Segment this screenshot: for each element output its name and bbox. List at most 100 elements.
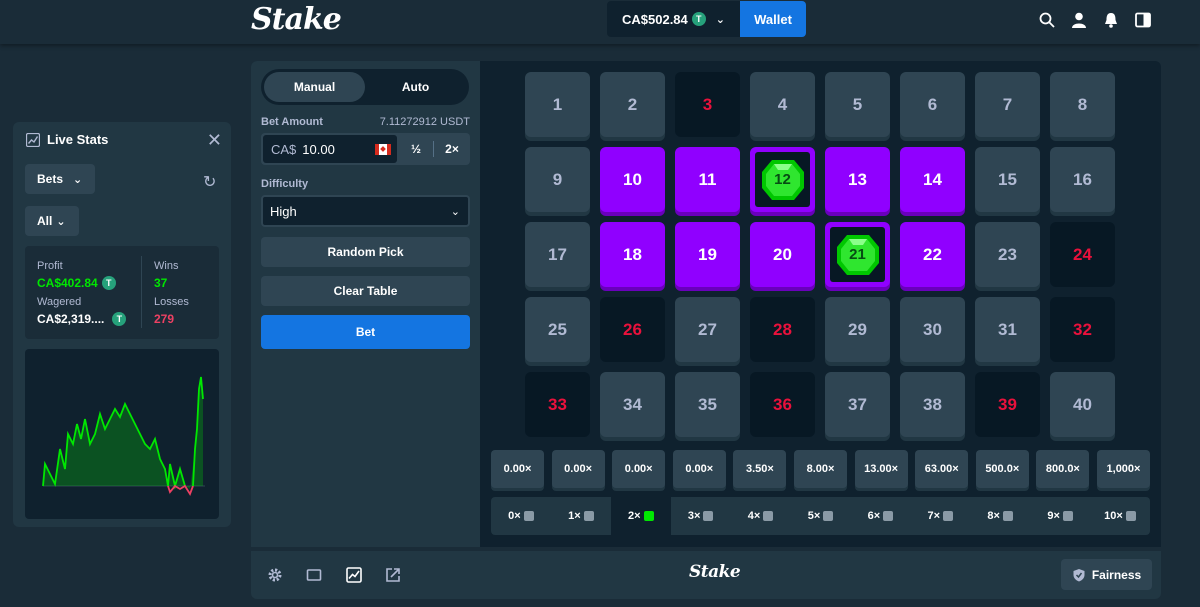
tab-manual[interactable]: Manual (264, 72, 365, 102)
tile-number: 13 (848, 169, 867, 189)
chevron-down-icon: ⌄ (73, 173, 83, 186)
clear-table-button[interactable]: Clear Table (261, 276, 470, 306)
gem-icon (1125, 511, 1136, 521)
bet-amount-input[interactable]: CA$ 10.00 (263, 135, 397, 163)
keno-tile-39[interactable]: 39 (975, 372, 1040, 437)
keno-tile-7[interactable]: 7 (975, 72, 1040, 137)
keno-tile-18[interactable]: 18 (600, 222, 665, 287)
chevron-down-icon: ⌄ (56, 215, 66, 228)
keno-tile-11[interactable]: 11 (675, 147, 740, 212)
difficulty-select[interactable]: High ⌄ (261, 195, 470, 227)
user-icon[interactable] (1070, 11, 1088, 29)
keno-tile-29[interactable]: 29 (825, 297, 890, 362)
bets-filter-select[interactable]: Bets ⌄ (25, 164, 95, 194)
keno-tile-37[interactable]: 37 (825, 372, 890, 437)
profit-value-row: CA$402.84 T (37, 276, 116, 290)
gem-icon (1002, 511, 1013, 521)
keno-tile-26[interactable]: 26 (600, 297, 665, 362)
keno-tile-28[interactable]: 28 (750, 297, 815, 362)
popout-icon[interactable] (384, 566, 402, 584)
hit-count-8: 8× (970, 497, 1030, 535)
keno-tile-23[interactable]: 23 (975, 222, 1040, 287)
keno-tile-21[interactable]: 21 (825, 222, 890, 287)
keno-tile-33[interactable]: 33 (525, 372, 590, 437)
bet-button[interactable]: Bet (261, 315, 470, 349)
keno-tile-9[interactable]: 9 (525, 147, 590, 212)
stats-summary: Profit CA$402.84 T Wagered CA$2,319.... … (25, 246, 219, 339)
keno-tile-2[interactable]: 2 (600, 72, 665, 137)
keno-tile-19[interactable]: 19 (675, 222, 740, 287)
keno-tile-6[interactable]: 6 (900, 72, 965, 137)
fairness-label: Fairness (1091, 567, 1142, 582)
tile-number: 30 (923, 319, 942, 339)
keno-tile-22[interactable]: 22 (900, 222, 965, 287)
hit-count-label: 5× (807, 510, 821, 522)
stats-chart-icon[interactable] (345, 566, 363, 584)
difficulty-value: High (270, 203, 297, 219)
hit-count-label: 0× (508, 510, 521, 522)
live-stats-panel: Live Stats ✕ Bets ⌄ ↻ All ⌄ Profit CA$40… (13, 122, 231, 527)
keno-tile-12[interactable]: 12 (750, 147, 815, 212)
keno-tile-1[interactable]: 1 (525, 72, 590, 137)
tile-number: 32 (1073, 319, 1092, 339)
keno-tile-27[interactable]: 27 (675, 297, 740, 362)
keno-tile-20[interactable]: 20 (750, 222, 815, 287)
keno-tile-35[interactable]: 35 (675, 372, 740, 437)
keno-tile-13[interactable]: 13 (825, 147, 890, 212)
wallet-button[interactable]: Wallet (740, 1, 806, 37)
profit-graph[interactable] (25, 349, 219, 519)
keno-tile-14[interactable]: 14 (900, 147, 965, 212)
tile-number: 25 (548, 319, 567, 339)
fairness-button[interactable]: Fairness (1061, 559, 1152, 590)
keno-tile-3[interactable]: 3 (675, 72, 740, 137)
canada-flag-icon (375, 144, 391, 155)
hit-count-label: 4× (747, 510, 761, 522)
keno-tile-17[interactable]: 17 (525, 222, 590, 287)
keno-tile-30[interactable]: 30 (900, 297, 965, 362)
keno-tile-31[interactable]: 31 (975, 297, 1040, 362)
keno-tile-8[interactable]: 8 (1050, 72, 1115, 137)
tile-number: 34 (623, 394, 642, 414)
bet-divider (433, 141, 434, 157)
stake-logo[interactable]: Stake (251, 2, 342, 37)
keno-tile-25[interactable]: 25 (525, 297, 590, 362)
keno-tile-36[interactable]: 36 (750, 372, 815, 437)
difficulty-label: Difficulty (261, 178, 309, 190)
payout-multiplier: 0.00× (491, 450, 544, 488)
keno-tile-38[interactable]: 38 (900, 372, 965, 437)
tab-auto[interactable]: Auto (365, 72, 466, 102)
tile-number: 29 (848, 319, 867, 339)
tile-number: 18 (623, 244, 642, 264)
settings-icon[interactable] (266, 566, 284, 584)
hit-count-0: 0× (491, 497, 551, 535)
balance-selector[interactable]: CA$502.84 T ⌄ (607, 1, 741, 37)
refresh-icon[interactable]: ↻ (203, 172, 216, 192)
hit-count-10: 10× (1090, 497, 1150, 535)
gem-icon (763, 511, 774, 521)
keno-tile-16[interactable]: 16 (1050, 147, 1115, 212)
double-bet-button[interactable]: 2× (435, 135, 469, 163)
keno-tile-40[interactable]: 40 (1050, 372, 1115, 437)
theatre-mode-icon[interactable] (305, 566, 323, 584)
half-bet-button[interactable]: ½ (399, 135, 433, 163)
hit-count-label: 9× (1047, 510, 1060, 522)
keno-tile-15[interactable]: 15 (975, 147, 1040, 212)
search-icon[interactable] (1038, 11, 1056, 29)
bell-icon[interactable] (1102, 11, 1120, 29)
keno-tile-10[interactable]: 10 (600, 147, 665, 212)
tile-number: 12 (774, 171, 791, 188)
profit-value: CA$402.84 (37, 276, 98, 290)
random-pick-button[interactable]: Random Pick (261, 237, 470, 267)
keno-tile-32[interactable]: 32 (1050, 297, 1115, 362)
tile-number: 26 (623, 319, 642, 339)
keno-tile-5[interactable]: 5 (825, 72, 890, 137)
bet-amount-value: 10.00 (302, 141, 335, 157)
sidebar-toggle-icon[interactable] (1134, 11, 1152, 29)
keno-tile-24[interactable]: 24 (1050, 222, 1115, 287)
keno-tile-4[interactable]: 4 (750, 72, 815, 137)
keno-tile-34[interactable]: 34 (600, 372, 665, 437)
close-icon[interactable]: ✕ (207, 130, 222, 151)
all-filter-select[interactable]: All ⌄ (25, 206, 79, 236)
bet-amount-crypto: 7.11272912 USDT (379, 116, 470, 128)
payout-multiplier: 13.00× (854, 450, 908, 488)
